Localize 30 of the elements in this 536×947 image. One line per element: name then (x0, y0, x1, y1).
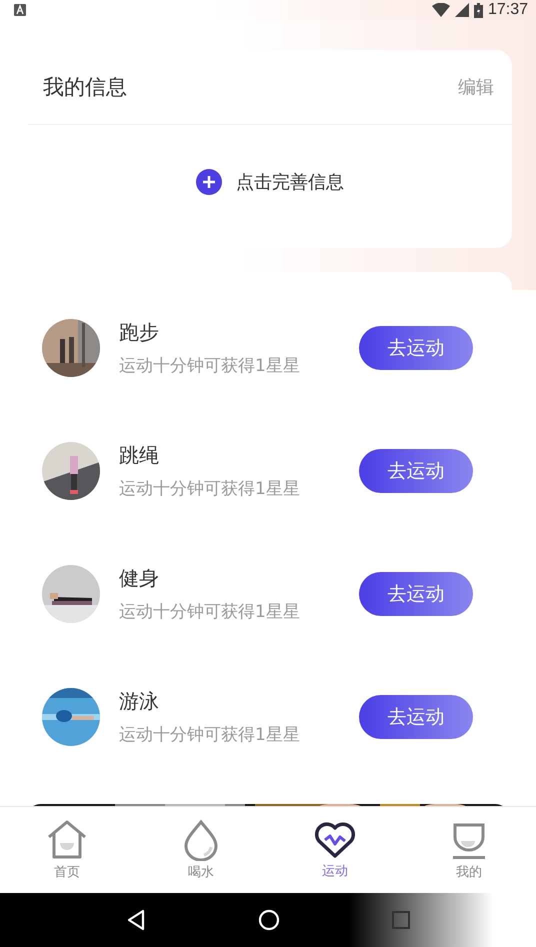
nav-tab[interactable]: 我的 (402, 807, 536, 893)
status-time: 17:37 (488, 1, 528, 19)
edit-link[interactable]: 编辑 (458, 75, 494, 99)
complete-info-button[interactable]: 点击完善信息 (196, 168, 344, 194)
signal-icon (454, 3, 469, 17)
activity-name: 游泳 (119, 688, 160, 714)
wifi-icon (432, 3, 450, 17)
card-title: 我的信息 (43, 74, 127, 101)
keyboard-icon (14, 4, 26, 16)
home-button-icon[interactable] (258, 909, 280, 931)
activity-name: 跳绳 (119, 442, 160, 468)
activity-hint: 运动十分钟可获得1星星 (119, 600, 301, 622)
activity-hint: 运动十分钟可获得1星星 (119, 354, 301, 376)
start-exercise-button[interactable]: 去运动 (359, 694, 473, 738)
start-exercise-button[interactable]: 去运动 (359, 326, 473, 370)
activity-hint: 运动十分钟可获得1星星 (119, 478, 301, 500)
water-drop-icon (182, 819, 220, 861)
plus-icon (196, 168, 222, 194)
activity-name: 健身 (119, 564, 160, 592)
back-icon[interactable] (126, 909, 146, 931)
nav-tab[interactable]: 运动 (268, 807, 402, 893)
start-exercise-button[interactable]: 去运动 (359, 572, 473, 616)
home-icon (46, 819, 88, 861)
heart-pulse-icon (314, 820, 356, 860)
nav-tab[interactable]: 喝水 (134, 807, 268, 893)
start-exercise-button[interactable]: 去运动 (359, 448, 473, 492)
activity-hint: 运动十分钟可获得1星星 (119, 724, 301, 746)
battery-icon (474, 2, 483, 18)
activity-name: 跑步 (119, 318, 160, 346)
nav-tab[interactable]: 首页 (0, 807, 134, 893)
